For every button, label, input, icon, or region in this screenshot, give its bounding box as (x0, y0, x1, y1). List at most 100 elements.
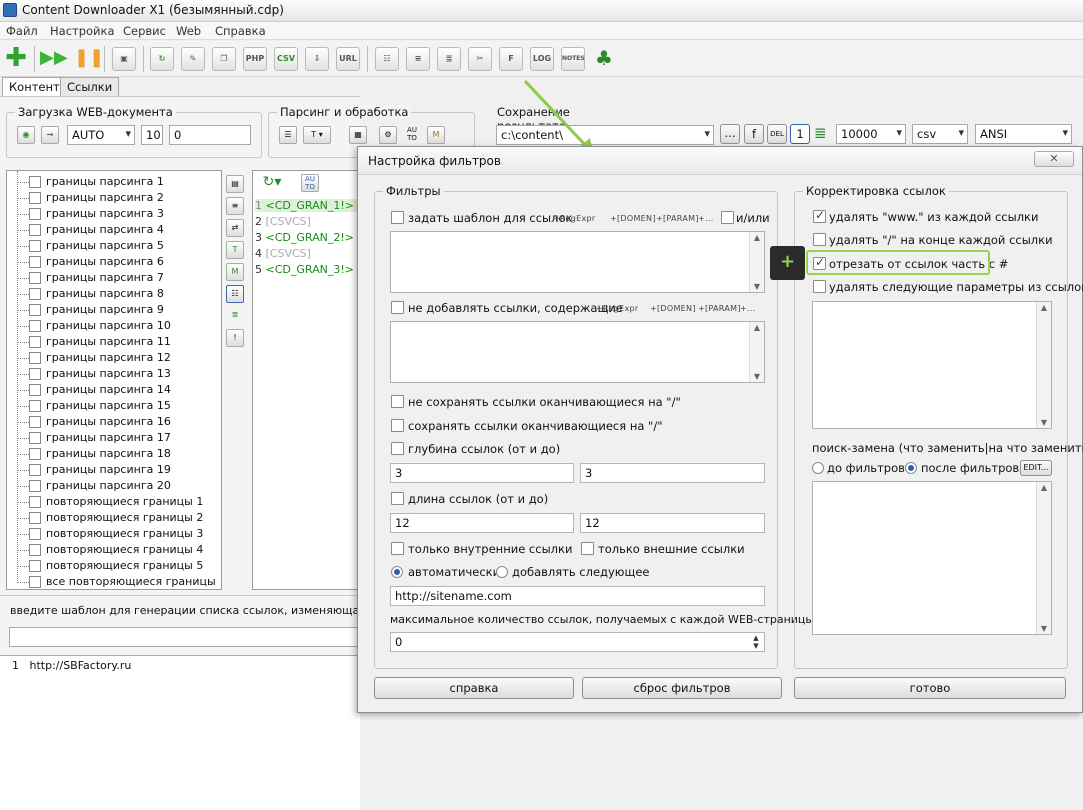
tree-item-checkbox[interactable] (29, 416, 41, 428)
tree-item[interactable]: повторяющиеся границы 4 (7, 542, 221, 558)
threads-input[interactable]: 10 (141, 125, 163, 145)
tree-item[interactable]: повторяющиеся границы 2 (7, 510, 221, 526)
tree-item[interactable]: границы парсинга 17 (7, 430, 221, 446)
remove-www-checkbox[interactable] (813, 208, 826, 223)
del-button[interactable]: DEL (767, 124, 787, 144)
tree-item[interactable]: границы парсинга 3 (7, 206, 221, 222)
tree-item-checkbox[interactable] (29, 496, 41, 508)
text-icon[interactable]: T (226, 241, 244, 259)
tree-item-checkbox[interactable] (29, 368, 41, 380)
auto-icon[interactable]: AU TO (403, 126, 421, 144)
length-checkbox[interactable] (391, 492, 404, 505)
after-filters-radio[interactable] (905, 462, 917, 474)
csv-icon[interactable]: CSV (274, 47, 298, 71)
tree-item[interactable]: границы парсинга 14 (7, 382, 221, 398)
menu-file[interactable]: Файл (6, 24, 38, 38)
spinner-icon[interactable]: ▲ ▼ (749, 634, 763, 650)
tree-item-checkbox[interactable] (29, 304, 41, 316)
tree-item[interactable]: границы парсинга 8 (7, 286, 221, 302)
tree-item[interactable]: границы парсинга 2 (7, 190, 221, 206)
pause-icon[interactable]: ❚❚ (74, 47, 104, 71)
not-save-slash-checkbox[interactable] (391, 395, 404, 408)
token-param[interactable]: +[PARAM] (698, 304, 741, 313)
tree-item-checkbox[interactable] (29, 224, 41, 236)
browse-button[interactable]: ... (720, 124, 740, 144)
tree-item[interactable]: повторяющиеся границы 5 (7, 558, 221, 574)
tab-links[interactable]: Ссылки (60, 77, 120, 96)
tree-item[interactable]: границы парсинга 15 (7, 398, 221, 414)
token-more[interactable]: +... (698, 214, 714, 223)
tree-item-checkbox[interactable] (29, 448, 41, 460)
edit-doc-icon[interactable]: ✎ (181, 47, 205, 71)
php-icon[interactable]: PHP (243, 47, 267, 71)
doc-icon[interactable]: ▤ (226, 175, 244, 193)
image-icon[interactable]: ▦ (349, 126, 367, 144)
key-icon[interactable]: ⊸ (41, 126, 59, 144)
tree-item-checkbox[interactable] (29, 192, 41, 204)
globe-icon[interactable]: ◉ (17, 126, 35, 144)
tree-item[interactable]: границы парсинга 9 (7, 302, 221, 318)
tree-item-checkbox[interactable] (29, 336, 41, 348)
done-button[interactable]: готово (794, 677, 1066, 699)
macro-icon[interactable]: M (427, 126, 445, 144)
limit-select[interactable]: 10000 (836, 124, 906, 144)
one-toggle[interactable]: 1 (790, 124, 810, 144)
list-icon[interactable]: ≡ (406, 47, 430, 71)
code-line[interactable]: 1 <CD_GRAN_1!> ( (255, 199, 359, 212)
depth-from-input[interactable]: 3 (390, 463, 574, 483)
tree-item-checkbox[interactable] (29, 464, 41, 476)
tree-item-checkbox[interactable] (29, 240, 41, 252)
tree-item-checkbox[interactable] (29, 576, 41, 588)
tree-item[interactable]: границы парсинга 18 (7, 446, 221, 462)
tree-item-checkbox[interactable] (29, 544, 41, 556)
template-checkbox[interactable] (391, 211, 404, 224)
run-icon[interactable]: ▶▶ (40, 47, 68, 71)
load-mode-select[interactable]: AUTO (67, 125, 135, 145)
tree-item[interactable]: границы парсинга 1 (7, 174, 221, 190)
code-line[interactable]: 3 <CD_GRAN_2!> ( (255, 231, 359, 244)
tree-item-checkbox[interactable] (29, 512, 41, 524)
lines-icon[interactable]: ≣ (814, 126, 827, 141)
refresh-dropdown-icon[interactable]: ↻▾ (255, 174, 289, 192)
tree-item-checkbox[interactable] (29, 208, 41, 220)
list-sync-icon[interactable]: ⇄ (226, 219, 244, 237)
tree-item[interactable]: границы парсинга 11 (7, 334, 221, 350)
tab-content[interactable]: Контент (2, 77, 67, 97)
tree-item-checkbox[interactable] (29, 400, 41, 412)
download-icon[interactable]: ⇩ (305, 47, 329, 71)
add-next-radio[interactable] (496, 566, 508, 578)
tree-item-checkbox[interactable] (29, 320, 41, 332)
link-row[interactable]: 1 http://SBFactory.ru (12, 659, 131, 672)
tree-item-checkbox[interactable] (29, 480, 41, 492)
add-plus-button[interactable]: + (770, 246, 805, 280)
token-regexpr[interactable]: +RegExpr (596, 304, 638, 313)
length-from-input[interactable]: 12 (390, 513, 574, 533)
tree-item[interactable]: все повторяющиеся границы (7, 574, 221, 589)
code-line[interactable]: 5 <CD_GRAN_3!> ( (255, 263, 359, 276)
token-param[interactable]: +[PARAM] (656, 214, 699, 223)
url-template-input[interactable] (9, 627, 359, 647)
tree-item-checkbox[interactable] (29, 560, 41, 572)
menu-settings[interactable]: Настройка (50, 24, 115, 38)
tree-item[interactable]: границы парсинга 4 (7, 222, 221, 238)
tree-item-checkbox[interactable] (29, 528, 41, 540)
close-button[interactable]: ✕ (1034, 151, 1074, 167)
tree-item[interactable]: границы парсинга 12 (7, 350, 221, 366)
browser-icon[interactable]: ▣ (112, 47, 136, 71)
macro-icon[interactable]: M (226, 263, 244, 281)
internal-checkbox[interactable] (391, 542, 404, 555)
not-contain-textarea[interactable]: ▲ ▼ (390, 321, 765, 383)
tree-item-checkbox[interactable] (29, 288, 41, 300)
tree-item-checkbox[interactable] (29, 256, 41, 268)
gear-icon[interactable]: ⚙ (379, 126, 397, 144)
form-icon[interactable]: ☷ (226, 285, 244, 303)
tools-icon[interactable]: ✂ (468, 47, 492, 71)
tree-item[interactable]: повторяющиеся границы 1 (7, 494, 221, 510)
token-more[interactable]: +... (740, 304, 756, 313)
delay-input[interactable]: 0 (169, 125, 251, 145)
menu-web[interactable]: Web (176, 24, 201, 38)
max-links-input[interactable]: 0 (390, 632, 765, 652)
notes-icon[interactable]: NOTES (561, 47, 585, 71)
auto-radio[interactable] (391, 566, 403, 578)
tree-item[interactable]: границы парсинга 20 (7, 478, 221, 494)
